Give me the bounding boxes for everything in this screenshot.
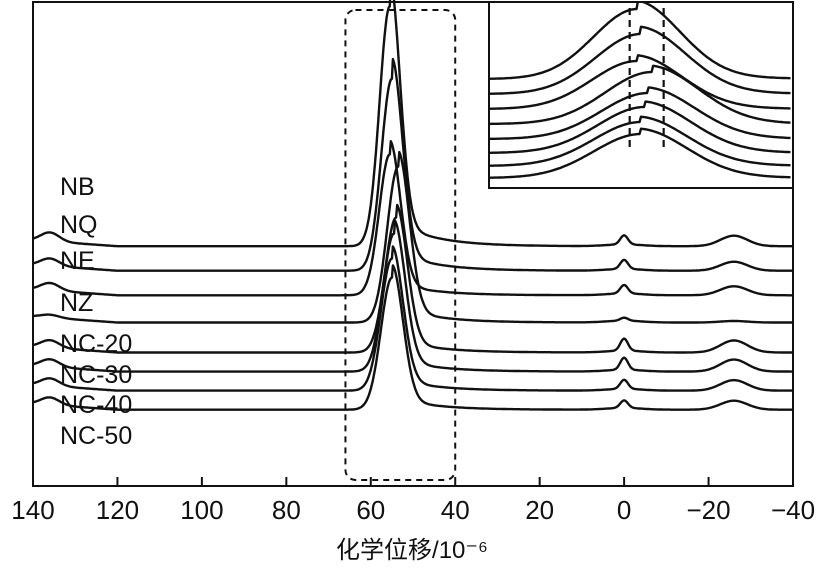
series-label-nq: NQ [60,211,98,239]
spectrum-trace-nc-40 [32,245,794,392]
series-label-nc-40: NC-40 [60,391,132,419]
x-tick-label: 20 [525,495,554,525]
x-tick-label: 60 [356,495,385,525]
series-label-nc-30: NC-30 [60,361,132,389]
x-tick-label: 120 [96,495,139,525]
x-tick-label: 140 [11,495,54,525]
series-label-nb: NB [60,173,95,201]
x-tick-label: 0 [617,495,631,525]
series-label-ne: NE [60,247,95,275]
series-label-nz: NZ [60,289,93,317]
x-axis-title: 化学位移/10⁻⁶ [336,537,488,564]
series-labels: NB NQ NE NZ NC-20 NC-30NC-40 NC-50 [60,173,132,450]
x-axis-ticks: 140 120 100 80 60 40 20 0 −20 −40 [11,477,815,525]
x-tick-label: 80 [272,495,301,525]
x-tick-label: −40 [771,495,815,525]
x-tick-label: 40 [441,495,470,525]
series-label-nc-20: NC-20 [60,330,132,358]
nmr-stacked-spectra-chart: NB NQ NE NZ NC-20 NC-30NC-40 NC-50 140 120 100 80… [11,0,815,564]
x-tick-label: 100 [180,495,223,525]
series-label-nc-50: NC-50 [60,422,132,450]
x-tick-label: −20 [687,495,731,525]
inset-zoom-panel [488,1,794,189]
